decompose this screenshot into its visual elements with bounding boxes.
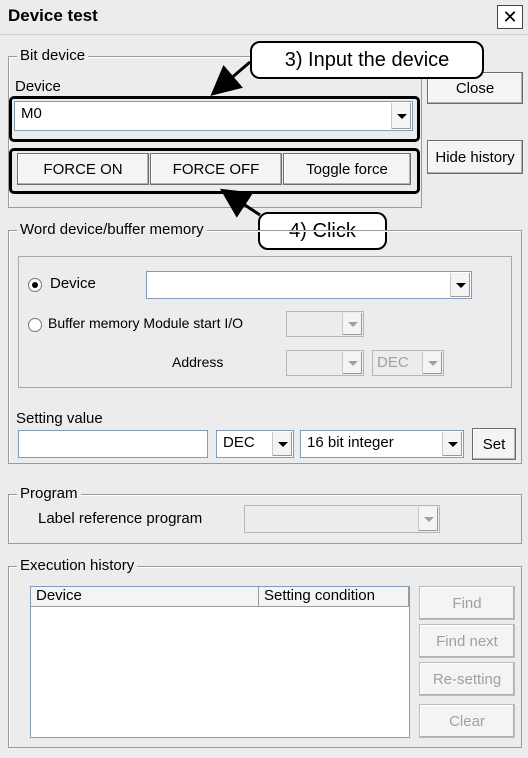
setting-type-value: 16 bit integer bbox=[307, 434, 394, 451]
find-next-button[interactable]: Find next bbox=[419, 624, 515, 658]
arrow-icon bbox=[210, 60, 251, 96]
label-reference-program-label: Label reference program bbox=[38, 510, 203, 527]
callout-input-device: 3) Input the device bbox=[250, 41, 484, 79]
address-combo[interactable] bbox=[286, 350, 364, 376]
setting-type-combo[interactable]: 16 bit integer bbox=[300, 430, 464, 458]
history-col-setting-condition[interactable]: Setting condition bbox=[259, 587, 409, 607]
chevron-down-icon[interactable] bbox=[342, 313, 362, 335]
device-radio-label: Device bbox=[50, 275, 96, 292]
device-radio[interactable] bbox=[28, 278, 42, 292]
word-device-label: Word device/buffer memory bbox=[17, 221, 207, 238]
module-start-io-combo[interactable] bbox=[286, 311, 364, 337]
chevron-down-icon[interactable] bbox=[418, 507, 438, 531]
arrow-icon bbox=[219, 188, 261, 218]
find-button[interactable]: Find bbox=[419, 586, 515, 620]
re-setting-button[interactable]: Re-setting bbox=[419, 662, 515, 696]
address-format-combo[interactable]: DEC bbox=[372, 350, 444, 376]
setting-value-label: Setting value bbox=[16, 410, 103, 427]
buffer-memory-label: Buffer memory Module start I/O bbox=[48, 315, 244, 331]
setting-value-input[interactable] bbox=[18, 430, 208, 458]
label-reference-program-combo[interactable] bbox=[244, 505, 440, 533]
set-button[interactable]: Set bbox=[472, 428, 516, 460]
word-device-combo[interactable] bbox=[146, 271, 472, 299]
address-label: Address bbox=[172, 354, 224, 370]
setting-format-combo[interactable]: DEC bbox=[216, 430, 294, 458]
history-col-device[interactable]: Device bbox=[31, 587, 259, 607]
chevron-down-icon[interactable] bbox=[422, 352, 442, 374]
chevron-down-icon[interactable] bbox=[450, 273, 470, 297]
program-label: Program bbox=[17, 485, 81, 502]
buffer-memory-radio[interactable] bbox=[28, 318, 42, 332]
setting-format-value: DEC bbox=[223, 434, 255, 451]
device-test-window: Device test ✕ Bit device Device M0 FORCE… bbox=[0, 0, 528, 758]
chevron-down-icon[interactable] bbox=[272, 432, 292, 456]
execution-history-label: Execution history bbox=[17, 557, 138, 574]
chevron-down-icon[interactable] bbox=[342, 352, 362, 374]
chevron-down-icon[interactable] bbox=[442, 432, 462, 456]
clear-button[interactable]: Clear bbox=[419, 704, 515, 738]
history-list[interactable]: Device Setting condition bbox=[30, 586, 410, 738]
address-format-value: DEC bbox=[377, 354, 409, 371]
